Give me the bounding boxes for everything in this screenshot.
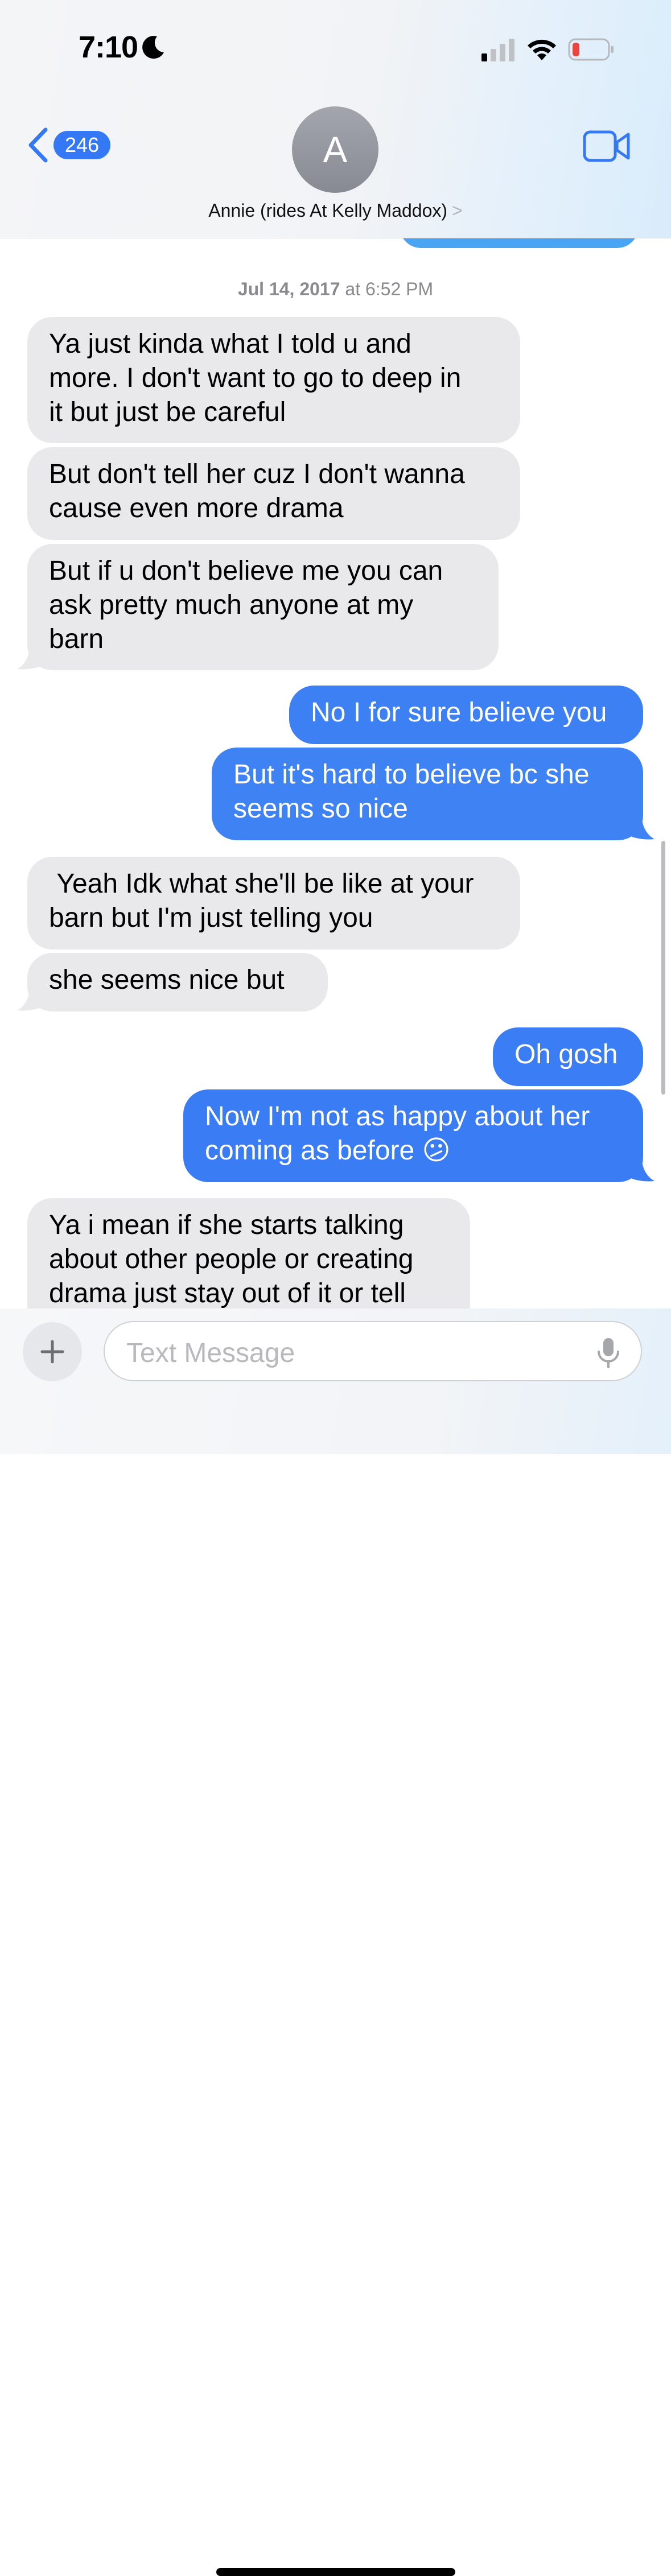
sent-message[interactable]: But it's hard to believe bc she seems so… xyxy=(212,748,643,840)
video-camera-icon[interactable] xyxy=(583,129,631,164)
message-timestamp: Jul 14, 2017 at 6:52 PM xyxy=(0,279,671,300)
message-text: But it's hard to believe bc she seems so… xyxy=(233,759,590,824)
battery-low-icon xyxy=(568,38,614,61)
received-message[interactable]: she seems nice but xyxy=(27,953,328,1012)
message-text: Ya i mean if she starts talking about ot… xyxy=(49,1210,414,1308)
message-field[interactable] xyxy=(104,1321,642,1381)
timestamp-time: at 6:52 PM xyxy=(340,279,434,299)
plus-icon xyxy=(40,1340,64,1364)
sent-bubble-tail xyxy=(632,820,654,840)
unread-count-badge: 246 xyxy=(53,131,111,159)
chevron-left-icon xyxy=(28,127,48,163)
message-text: Now I'm not as happy about her coming as… xyxy=(205,1101,590,1166)
received-message[interactable]: Ya i mean if she starts talking about ot… xyxy=(27,1198,470,1308)
message-text: Oh gosh xyxy=(514,1039,618,1070)
scrollbar[interactable] xyxy=(661,841,665,1095)
sent-message[interactable]: Oh gosh xyxy=(493,1027,643,1086)
received-bubble-tail xyxy=(17,991,40,1011)
back-button[interactable]: 246 xyxy=(25,126,112,164)
contact-name-button[interactable]: Annie (rides At Kelly Maddox) > xyxy=(0,200,671,221)
microphone-icon[interactable] xyxy=(594,1337,623,1369)
status-time: 7:10 xyxy=(79,30,138,64)
contact-name: Annie (rides At Kelly Maddox) xyxy=(208,200,448,221)
conversation-header: 7:10 246 A Annie (rides At Kelly Maddox)… xyxy=(0,0,671,238)
message-input[interactable] xyxy=(125,1332,583,1373)
sent-bubble-tail xyxy=(632,1162,654,1182)
message-text: No I for sure believe you xyxy=(311,697,607,728)
message-text: Ya just kinda what I told u and more. I … xyxy=(49,329,462,427)
apps-plus-button[interactable] xyxy=(23,1322,82,1381)
message-text: But don't tell her cuz I don't wanna cau… xyxy=(49,459,465,523)
cellular-signal-icon xyxy=(481,39,514,61)
received-message[interactable]: Ya just kinda what I told u and more. I … xyxy=(27,317,520,443)
message-text: she seems nice but xyxy=(49,965,285,995)
chevron-right-icon: > xyxy=(452,200,463,221)
received-message[interactable]: But don't tell her cuz I don't wanna cau… xyxy=(27,447,520,540)
message-text: But if u don't believe me you can ask pr… xyxy=(49,556,443,654)
home-indicator[interactable] xyxy=(216,2568,455,2576)
sent-message[interactable]: Now I'm not as happy about her coming as… xyxy=(183,1089,643,1182)
sent-message[interactable]: No I for sure believe you xyxy=(289,686,643,744)
message-composer xyxy=(0,1308,671,2576)
received-message[interactable]: Yeah Idk what she'll be like at your bar… xyxy=(27,857,520,950)
received-bubble-tail xyxy=(17,650,40,670)
moon-icon xyxy=(142,36,164,59)
contact-avatar[interactable]: A xyxy=(292,106,378,193)
wifi-icon xyxy=(528,39,556,60)
received-message[interactable]: But if u don't believe me you can ask pr… xyxy=(27,544,499,670)
message-text: Yeah Idk what she'll be like at your bar… xyxy=(49,869,474,933)
timestamp-date: Jul 14, 2017 xyxy=(237,279,340,299)
